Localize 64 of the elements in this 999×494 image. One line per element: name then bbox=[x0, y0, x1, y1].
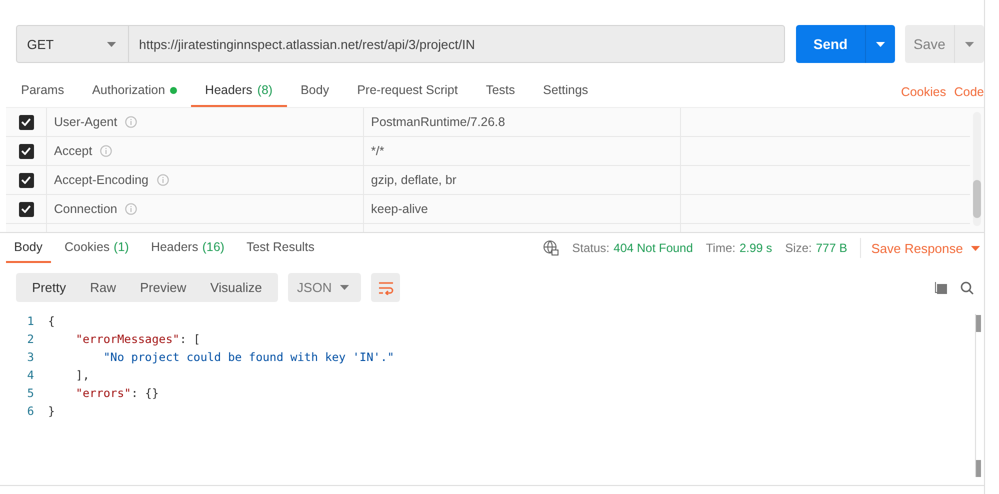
request-tab[interactable]: Pre-request Script bbox=[357, 77, 458, 107]
header-key: Accept-Encoding bbox=[54, 173, 149, 187]
meta-value: 404 Not Found bbox=[614, 241, 693, 255]
response-tab[interactable]: Body bbox=[6, 233, 50, 263]
request-tab[interactable]: Settings bbox=[543, 77, 588, 107]
caret-icon bbox=[876, 42, 885, 46]
caret-icon bbox=[107, 42, 116, 46]
code-line: ], bbox=[74, 368, 91, 384]
request-tab[interactable]: Params bbox=[21, 77, 64, 107]
caret-icon bbox=[340, 285, 350, 290]
line-number: 3 bbox=[27, 350, 34, 366]
line-number: 2 bbox=[27, 332, 34, 348]
send-button[interactable]: Send bbox=[796, 25, 895, 63]
response-tab[interactable]: Test Results bbox=[238, 233, 323, 263]
response-tab[interactable]: Headers (16) bbox=[142, 233, 232, 263]
header-key: Connection bbox=[54, 202, 118, 216]
header-value: PostmanRuntime/7.26.8 bbox=[371, 115, 506, 129]
header-value: */* bbox=[371, 144, 384, 158]
code-line: } bbox=[48, 404, 56, 420]
checkbox[interactable] bbox=[18, 202, 34, 216]
info-icon bbox=[156, 174, 169, 186]
meta-label: Size: bbox=[785, 241, 812, 255]
info-icon bbox=[125, 203, 138, 215]
code-line: "errors": {} bbox=[74, 386, 160, 402]
line-number: 6 bbox=[27, 404, 34, 420]
view-mode-tab[interactable]: Pretty bbox=[20, 280, 78, 295]
meta-label: Time: bbox=[706, 241, 736, 255]
search-icon[interactable] bbox=[960, 280, 974, 294]
response-tab[interactable]: Cookies (1) bbox=[56, 233, 137, 263]
request-tab[interactable]: Authorization bbox=[92, 77, 178, 107]
meta-value: 2.99 s bbox=[739, 241, 772, 255]
meta-label: Status: bbox=[572, 241, 610, 255]
view-mode-tab[interactable]: Raw bbox=[78, 280, 128, 295]
caret-icon bbox=[965, 42, 974, 46]
checkbox[interactable] bbox=[18, 144, 34, 158]
wrap-lines-icon bbox=[378, 280, 394, 294]
info-icon bbox=[100, 145, 112, 157]
view-mode-tab[interactable]: Visualize bbox=[198, 280, 274, 295]
header-key: Accept bbox=[54, 144, 92, 158]
header-value: keep-alive bbox=[371, 202, 428, 216]
request-tab[interactable]: Tests bbox=[486, 77, 515, 107]
wrap-lines-button[interactable] bbox=[371, 273, 400, 302]
caret-icon bbox=[971, 246, 980, 250]
scrollbar[interactable] bbox=[975, 314, 979, 477]
line-number: 4 bbox=[27, 368, 34, 384]
view-mode-tab[interactable]: Preview bbox=[128, 280, 198, 295]
checkbox[interactable] bbox=[18, 172, 34, 188]
globe-lock-icon[interactable] bbox=[543, 240, 560, 256]
copy-icon[interactable] bbox=[934, 280, 948, 294]
request-tab[interactable]: Body bbox=[300, 77, 330, 107]
line-number: 1 bbox=[27, 314, 34, 330]
line-number: 5 bbox=[27, 386, 34, 402]
url-field[interactable]: https://jiratestinginnspect.atlassian.net/rest/api/3/project/IN bbox=[129, 25, 785, 63]
scrollbar[interactable] bbox=[973, 112, 981, 226]
code-line: { bbox=[48, 314, 56, 330]
code-line: "No project could be found with key 'IN'." bbox=[102, 350, 396, 366]
header-key: User-Agent bbox=[54, 115, 118, 129]
info-icon bbox=[125, 116, 138, 128]
code-line: "errorMessages": [ bbox=[74, 332, 202, 348]
meta-value: 777 B bbox=[816, 241, 848, 255]
header-value: gzip, deflate, br bbox=[371, 173, 456, 187]
method-dropdown[interactable]: GET bbox=[16, 25, 129, 63]
checkbox[interactable] bbox=[18, 114, 34, 130]
format-dropdown[interactable]: JSON bbox=[288, 273, 362, 302]
